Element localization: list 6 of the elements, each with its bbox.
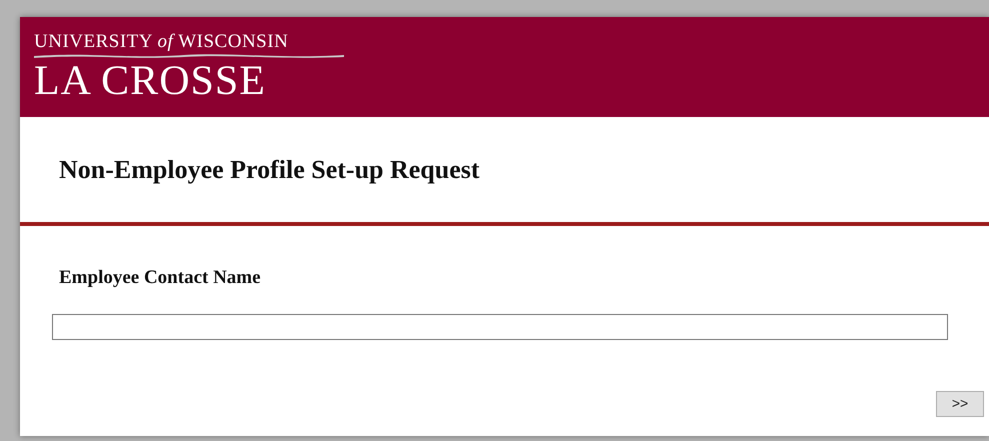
next-button[interactable]: >>: [936, 390, 984, 416]
logo-line: UNIVERSITY of WISCONSIN: [34, 32, 290, 51]
field-label: Employee Contact Name: [59, 267, 261, 288]
contact-name-field[interactable]: [52, 314, 948, 340]
page-title: Non-Employee Profile Set-up Request: [59, 154, 480, 186]
logo-wordmark: LA CROSSE: [34, 60, 267, 102]
